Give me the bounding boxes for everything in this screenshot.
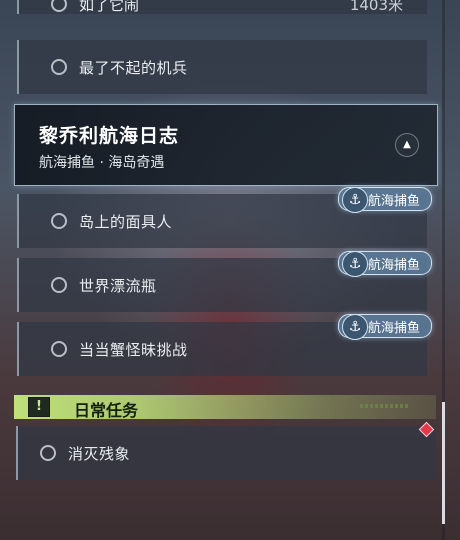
quest-tag-label: 航海捕鱼 — [368, 321, 421, 336]
daily-quests-header[interactable]: ! 日常任务 — [14, 395, 436, 420]
anchor-icon: ⚓ — [342, 187, 368, 213]
anchor-icon: ⚓ — [342, 251, 368, 277]
quest-label: 世界漂流瓶 — [79, 277, 157, 295]
chevron-up-icon[interactable]: ▲ — [395, 133, 419, 157]
quest-radio-icon — [51, 0, 67, 12]
quest-item-partial[interactable]: 如了它闹 1403米 — [17, 0, 427, 14]
quest-radio-icon — [51, 277, 67, 293]
quest-distance: 1403米 — [349, 0, 403, 14]
quest-label: 最了不起的机兵 — [79, 59, 188, 77]
quest-item-daily[interactable]: 消灭残象 — [16, 426, 436, 480]
quest-tag: ⚓ 航海捕鱼 — [338, 251, 432, 277]
quest-group-subtitle: 航海捕鱼 · 海岛奇遇 — [39, 155, 165, 171]
quest-label: 岛上的面具人 — [79, 213, 173, 231]
exclamation-icon: ! — [28, 397, 50, 417]
quest-label: 如了它闹 — [79, 0, 140, 14]
quest-label: 消灭残象 — [68, 445, 131, 463]
quest-radio-icon — [40, 445, 56, 461]
quest-group-header[interactable]: 黎乔利航海日志 航海捕鱼 · 海岛奇遇 ▲ — [14, 104, 438, 186]
daily-quests-title: 日常任务 — [74, 401, 139, 420]
quest-tag-label: 航海捕鱼 — [368, 258, 421, 273]
quest-tag: ⚓ 航海捕鱼 — [338, 314, 432, 340]
anchor-icon: ⚓ — [342, 314, 368, 340]
quest-tag: ⚓ 航海捕鱼 — [338, 187, 432, 213]
quest-radio-icon — [51, 213, 67, 229]
quest-tag-label: 航海捕鱼 — [368, 194, 421, 209]
quest-label: 当当蟹怪昧挑战 — [79, 341, 188, 359]
scrollbar-thumb[interactable] — [442, 402, 445, 524]
quest-group-title: 黎乔利航海日志 — [39, 125, 180, 147]
quest-radio-icon — [51, 341, 67, 357]
header-decoration — [360, 404, 408, 408]
quest-radio-icon — [51, 59, 67, 75]
quest-item[interactable]: 最了不起的机兵 — [17, 40, 427, 94]
